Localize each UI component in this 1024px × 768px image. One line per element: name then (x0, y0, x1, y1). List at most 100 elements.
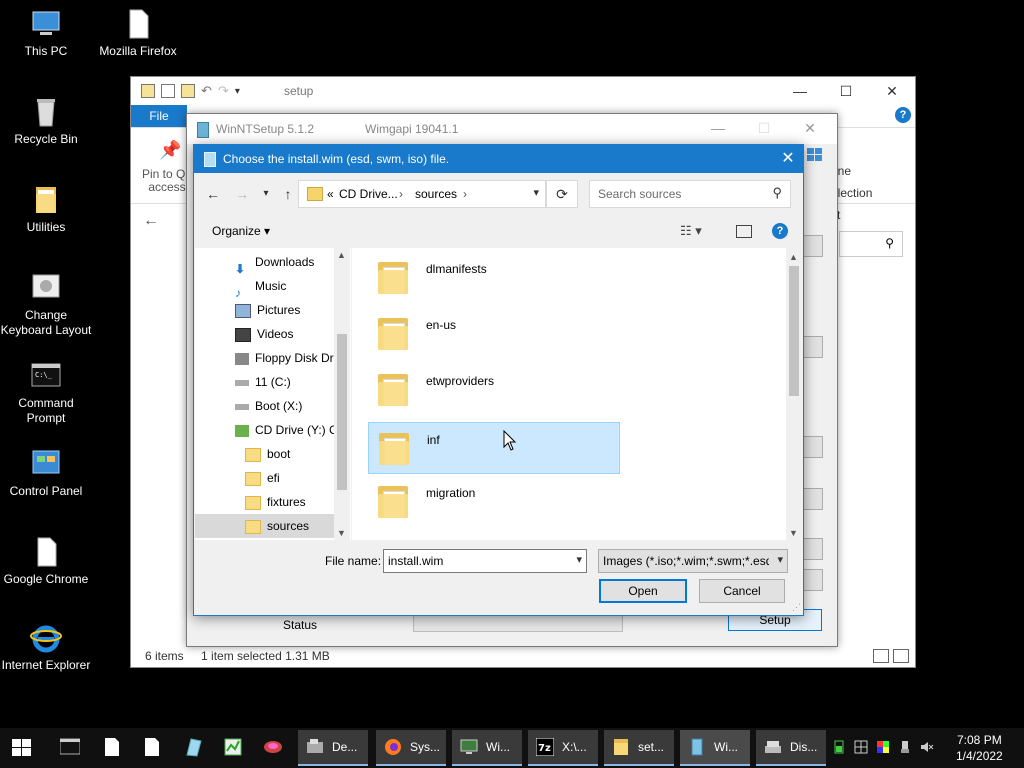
refresh-button[interactable]: ⟳ (546, 180, 578, 208)
close-button[interactable]: ✕ (787, 114, 833, 142)
battery-icon[interactable] (832, 740, 846, 754)
folder-icon[interactable] (141, 84, 155, 98)
nav-item-floppy[interactable]: Floppy Disk Dri (195, 346, 335, 370)
winntsetup-titlebar[interactable]: WinNTSetup 5.1.2 Wimgapi 19041.1 — ☐ ✕ (187, 114, 837, 144)
taskbar-item-windows[interactable]: Wi... (452, 730, 522, 766)
desktop-icon-command-prompt[interactable]: C:\_ Command Prompt (0, 360, 92, 426)
nav-item-fixtures-folder[interactable]: fixtures (195, 490, 335, 514)
recent-locations-chevron-icon[interactable]: ▾ (256, 184, 276, 204)
up-arrow-icon[interactable]: ↑ (278, 184, 298, 204)
taskbar-item-disk-management[interactable]: Dis... (756, 730, 826, 766)
task-manager-icon[interactable] (223, 737, 243, 757)
nav-item-efi-folder[interactable]: efi (195, 466, 335, 490)
minimize-button[interactable]: — (777, 77, 823, 105)
scroll-down-icon[interactable]: ▼ (337, 528, 346, 538)
desktop-icon-this-pc[interactable]: This PC (0, 8, 92, 59)
file-type-select[interactable]: Images (*.iso;*.wim;*.swm;*.esd) ▾ (598, 549, 788, 573)
explorer-search-input[interactable]: ⚲ (839, 231, 903, 257)
volume-muted-icon[interactable] (920, 740, 934, 754)
breadcrumb-cd-drive[interactable]: CD Drive... (339, 187, 398, 201)
address-dropdown-icon[interactable]: ▾ (533, 186, 539, 199)
minimize-button[interactable]: — (695, 114, 741, 142)
breadcrumb-separator-icon[interactable]: › (463, 187, 467, 201)
organize-menu[interactable]: Organize ▾ (212, 224, 270, 238)
browse-button[interactable] (803, 235, 823, 257)
desktop-icon-change-keyboard-layout[interactable]: Change Keyboard Layout (0, 272, 92, 338)
help-icon[interactable]: ? (772, 223, 788, 239)
properties-icon[interactable] (161, 84, 175, 98)
file-list-scrollbar[interactable]: ▲ ▼ (786, 248, 802, 540)
nav-item-cd-drive[interactable]: CD Drive (Y:) C (195, 418, 335, 442)
large-icons-view-icon[interactable] (893, 649, 909, 663)
explorer-titlebar[interactable]: ↶ ↷ ▾ setup — ☐ ✕ (131, 77, 915, 105)
folder-item-dlmanifests[interactable]: dlmanifests (368, 252, 618, 302)
chevron-down-icon[interactable]: ▾ (576, 553, 582, 566)
file-tab[interactable]: File (131, 105, 187, 127)
color-display-icon[interactable] (876, 740, 890, 754)
nav-item-videos[interactable]: Videos (195, 322, 335, 346)
redo-icon[interactable]: ↷ (218, 83, 229, 99)
option-button[interactable] (803, 569, 823, 591)
file-icon[interactable] (102, 737, 122, 757)
nav-item-downloads[interactable]: ⬇ Downloads (195, 250, 335, 274)
dropdown-button[interactable] (803, 538, 823, 560)
taskbar-item-7zip[interactable]: 7z X:\... (528, 730, 598, 766)
nav-item-sources-folder[interactable]: sources (195, 514, 335, 538)
cmd-icon[interactable] (59, 737, 81, 757)
breadcrumb-separator-icon[interactable]: › (399, 187, 403, 201)
maximize-button[interactable]: ☐ (823, 77, 869, 105)
back-arrow-icon[interactable]: ← (203, 184, 223, 204)
nav-item-c-drive[interactable]: 11 (C:) (195, 370, 335, 394)
desktop-icon-google-chrome[interactable]: Google Chrome (0, 536, 92, 587)
file-icon[interactable] (142, 737, 162, 757)
details-view-icon[interactable] (873, 649, 889, 663)
browse-button[interactable] (803, 336, 823, 358)
windows-start-icon[interactable] (12, 739, 32, 757)
folder-item-en-us[interactable]: en-us (368, 308, 618, 358)
dialog-titlebar[interactable]: Choose the install.wim (esd, swm, iso) f… (194, 145, 803, 173)
forward-arrow-icon[interactable]: → (232, 184, 252, 204)
scrollbar-thumb[interactable] (337, 334, 347, 490)
undo-icon[interactable]: ↶ (201, 83, 212, 99)
qat-dropdown-icon[interactable]: ▾ (235, 86, 240, 97)
nav-item-pictures[interactable]: Pictures (195, 298, 335, 322)
registry-icon[interactable] (263, 737, 283, 757)
new-folder-icon[interactable] (181, 84, 195, 98)
chevron-down-icon[interactable]: ▾ (777, 553, 783, 566)
maximize-button[interactable]: ☐ (741, 114, 787, 142)
desktop-icon-recycle-bin[interactable]: Recycle Bin (0, 96, 92, 147)
nav-item-music[interactable]: ♪ Music (195, 274, 335, 298)
address-bar[interactable]: « CD Drive... › sources › ▾ (298, 180, 546, 208)
file-list[interactable]: dlmanifests en-us etwproviders inf migra… (352, 248, 802, 540)
browse-button[interactable] (803, 436, 823, 458)
resize-grip-icon[interactable]: ⋰ (792, 602, 801, 613)
folder-item-inf[interactable]: inf (368, 422, 620, 474)
address-overflow[interactable]: « (327, 187, 334, 201)
desktop-icon-control-panel[interactable]: Control Panel (0, 448, 92, 499)
taskbar-item-setup-folder[interactable]: set... (604, 730, 674, 766)
scroll-up-icon[interactable]: ▲ (789, 252, 798, 262)
change-view-icon[interactable]: ☷ ▾ (680, 223, 702, 239)
navigation-scrollbar[interactable]: ▲ ▼ (334, 248, 350, 540)
dropdown-button[interactable] (803, 488, 823, 510)
scroll-up-icon[interactable]: ▲ (337, 250, 346, 260)
breadcrumb-sources[interactable]: sources (415, 187, 457, 201)
usb-icon[interactable] (898, 740, 912, 754)
cancel-button[interactable]: Cancel (699, 579, 785, 603)
folder-item-migration[interactable]: migration (368, 476, 618, 526)
open-file-dialog[interactable]: Choose the install.wim (esd, swm, iso) f… (193, 144, 804, 616)
help-icon[interactable]: ? (895, 107, 911, 123)
taskbar-item-firefox[interactable]: Sys... (376, 730, 446, 766)
folder-item-etwproviders[interactable]: etwproviders (368, 364, 618, 414)
taskbar-clock[interactable]: 7:08 PM 1/4/2022 (956, 732, 1003, 764)
search-input[interactable]: Search sources ⚲ (589, 180, 791, 208)
back-arrow-icon[interactable]: ← (143, 212, 159, 230)
scrollbar-thumb[interactable] (789, 266, 799, 396)
desktop-icon-mozilla-firefox[interactable]: Mozilla Firefox (92, 8, 184, 59)
notepad-icon[interactable] (183, 737, 203, 757)
nav-item-boot-folder[interactable]: boot (195, 442, 335, 466)
navigation-pane[interactable]: ⬇ Downloads ♪ Music Pictures Videos Floppy… (195, 248, 351, 540)
network-grid-icon[interactable] (854, 740, 868, 754)
taskbar-item-winntsetup[interactable]: Wi... (680, 730, 750, 766)
scroll-down-icon[interactable]: ▼ (789, 528, 798, 538)
